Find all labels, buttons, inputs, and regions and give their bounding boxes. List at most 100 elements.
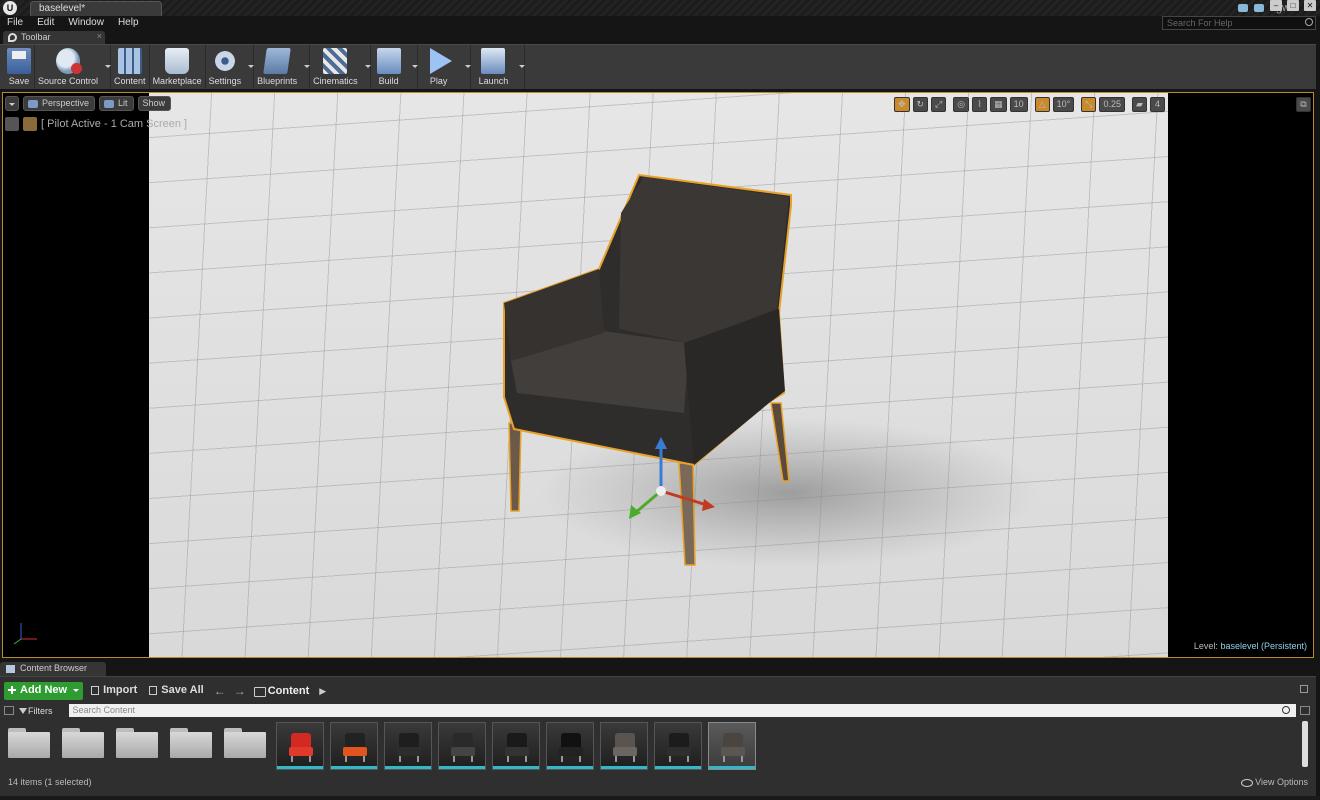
viewport-scene[interactable] xyxy=(149,93,1168,657)
show-button[interactable]: Show xyxy=(137,96,172,111)
launch-icon xyxy=(481,48,506,74)
chair-leg xyxy=(291,756,293,762)
search-content-input[interactable]: Search Content xyxy=(68,704,1296,717)
chair-leg xyxy=(471,756,473,762)
path-breadcrumb[interactable]: Content xyxy=(252,685,309,697)
message-icon[interactable] xyxy=(1238,4,1249,12)
marketplace-icon xyxy=(165,48,190,74)
camera-speed-value[interactable]: 4 xyxy=(1150,97,1165,112)
close-icon[interactable]: ✕ xyxy=(1304,0,1316,11)
level-tab[interactable]: baselevel* xyxy=(30,1,162,16)
camera-speed-icon[interactable]: ▰ xyxy=(1132,97,1147,112)
chair-icon xyxy=(289,733,313,762)
item-count: 14 items (1 selected) xyxy=(8,777,92,787)
help-search-input[interactable]: Search For Help xyxy=(1162,16,1316,30)
build-button[interactable]: Build xyxy=(371,45,418,89)
wrench-icon xyxy=(8,33,17,42)
save-button[interactable]: Save xyxy=(4,45,35,89)
grid-snap-icon[interactable]: ▦ xyxy=(990,97,1007,112)
folder-icon[interactable] xyxy=(60,722,108,768)
asset-thumbnail-chair-frame[interactable] xyxy=(438,722,486,770)
folder-icon[interactable] xyxy=(6,722,54,768)
back-arrow-icon[interactable]: ← xyxy=(212,684,228,698)
folder-icon[interactable] xyxy=(114,722,162,768)
add-new-button[interactable]: Add New xyxy=(4,682,84,700)
source-control-icon xyxy=(56,48,83,74)
folder-icon[interactable] xyxy=(222,722,270,768)
import-button[interactable]: Import xyxy=(87,682,141,700)
content-button[interactable]: Content xyxy=(111,45,150,89)
scale-snap-value[interactable]: 0.25 xyxy=(1099,97,1125,112)
grid-snap-value[interactable]: 10 xyxy=(1009,97,1028,112)
chair-icon xyxy=(451,733,475,762)
breadcrumb-chevron-icon[interactable]: ▶ xyxy=(319,686,326,697)
rotation-snap-icon[interactable]: △ xyxy=(1034,97,1050,112)
eject-icon[interactable] xyxy=(5,117,19,131)
asset-thumbnail-chair-red[interactable] xyxy=(276,722,324,770)
menu-file[interactable]: File xyxy=(0,16,30,30)
perspective-button[interactable]: Perspective xyxy=(23,96,96,111)
chevron-down-icon[interactable] xyxy=(519,65,526,68)
menu-edit[interactable]: Edit xyxy=(30,16,61,30)
maximize-icon[interactable]: □ xyxy=(1287,0,1299,11)
level-viewport[interactable]: Perspective Lit Show [ Pilot Active - 1 … xyxy=(2,92,1314,658)
save-search-icon[interactable] xyxy=(1300,706,1310,715)
viewport-menu-button[interactable] xyxy=(5,96,19,111)
save-all-button[interactable]: Save All xyxy=(145,682,207,700)
settings-icon xyxy=(212,48,237,74)
asset-thumbnail-chair-black-1[interactable] xyxy=(384,722,432,770)
scale-snap-icon[interactable]: ⤡ xyxy=(1081,97,1097,112)
source-control-status-icon[interactable] xyxy=(1254,4,1265,12)
asset-thumbnail-chair-black-3[interactable] xyxy=(654,722,702,770)
asset-thumbnail-chair-weave[interactable] xyxy=(546,722,594,770)
close-tab-icon[interactable]: × xyxy=(97,31,102,41)
asset-scrollbar[interactable] xyxy=(1302,721,1308,767)
forward-arrow-icon[interactable]: → xyxy=(232,684,248,698)
asset-thumbnail-chair-black-2[interactable] xyxy=(492,722,540,770)
chair-icon xyxy=(613,733,637,762)
chair-leg xyxy=(309,756,311,762)
pilot-camera-icon[interactable] xyxy=(23,117,37,131)
chair-scene xyxy=(503,173,1039,568)
menu-help[interactable]: Help xyxy=(111,16,146,30)
chair-leg xyxy=(507,756,509,762)
chair-leg xyxy=(345,756,347,762)
chair-leg xyxy=(669,756,671,762)
scale-icon[interactable]: ⤢ xyxy=(931,97,947,112)
content-label: Content xyxy=(114,76,146,86)
content-browser-icon xyxy=(6,665,15,673)
sources-toggle-icon[interactable] xyxy=(4,706,14,715)
world-local-icon[interactable]: ◎ xyxy=(953,97,970,112)
settings-button[interactable]: Settings xyxy=(206,45,255,89)
cinematics-button[interactable]: Cinematics xyxy=(310,45,371,89)
source-control-button[interactable]: Source Control xyxy=(35,45,112,89)
view-options-button[interactable]: View Options xyxy=(1241,777,1308,791)
menu-window[interactable]: Window xyxy=(61,16,111,30)
minimize-icon[interactable]: – xyxy=(1270,0,1282,11)
save-all-label: Save All xyxy=(161,684,204,696)
asset-thumbnail-chair-black-orange[interactable] xyxy=(330,722,378,770)
translate-icon[interactable]: ✥ xyxy=(893,97,910,112)
surface-snap-icon[interactable]: ⌇ xyxy=(972,97,988,112)
rotate-icon[interactable]: ↻ xyxy=(912,97,929,112)
save-all-icon xyxy=(149,686,158,695)
maximize-viewport-icon[interactable]: ⧉ xyxy=(1296,97,1311,112)
chair-leg xyxy=(363,756,365,762)
toolbar-tab[interactable]: Toolbar × xyxy=(3,31,105,44)
lit-button[interactable]: Lit xyxy=(99,96,134,111)
blueprints-button[interactable]: Blueprints xyxy=(254,45,311,89)
chair-seat xyxy=(451,747,475,756)
asset-thumbnail-chair-grey-1[interactable] xyxy=(600,722,648,770)
content-browser-tab[interactable]: Content Browser xyxy=(0,662,106,676)
folder-icon[interactable] xyxy=(168,722,216,768)
filters-button[interactable]: Filters xyxy=(18,706,65,716)
play-button[interactable]: Play xyxy=(418,45,471,89)
chair-seat xyxy=(667,747,691,756)
marketplace-button[interactable]: Marketplace xyxy=(150,45,206,89)
save-icon xyxy=(7,48,31,74)
launch-button[interactable]: Launch xyxy=(471,45,526,89)
lock-icon[interactable] xyxy=(1300,685,1308,693)
rotation-snap-value[interactable]: 10° xyxy=(1052,97,1075,112)
asset-thumbnail-chair-grey-selected[interactable] xyxy=(708,722,756,770)
viewport-transform-toolbar: ✥ ↻ ⤢ ◎ ⌇ ▦ 10 △ 10° ⤡ 0.25 ▰ 4 xyxy=(893,97,1165,112)
